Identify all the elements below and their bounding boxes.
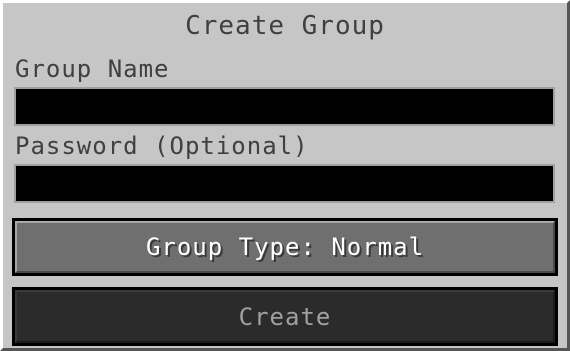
group-type-button[interactable]: Group Type: Normal	[12, 218, 558, 276]
create-group-dialog: Create Group Group Name Password (Option…	[0, 0, 570, 351]
create-button-label: Create	[238, 302, 332, 331]
group-name-input[interactable]	[14, 87, 555, 126]
group-name-label: Group Name	[15, 55, 170, 83]
password-label: Password (Optional)	[15, 132, 309, 160]
password-input[interactable]	[14, 164, 555, 203]
create-button[interactable]: Create	[12, 287, 558, 346]
dialog-title: Create Group	[185, 11, 385, 41]
group-type-button-label: Group Type: Normal	[145, 233, 425, 261]
